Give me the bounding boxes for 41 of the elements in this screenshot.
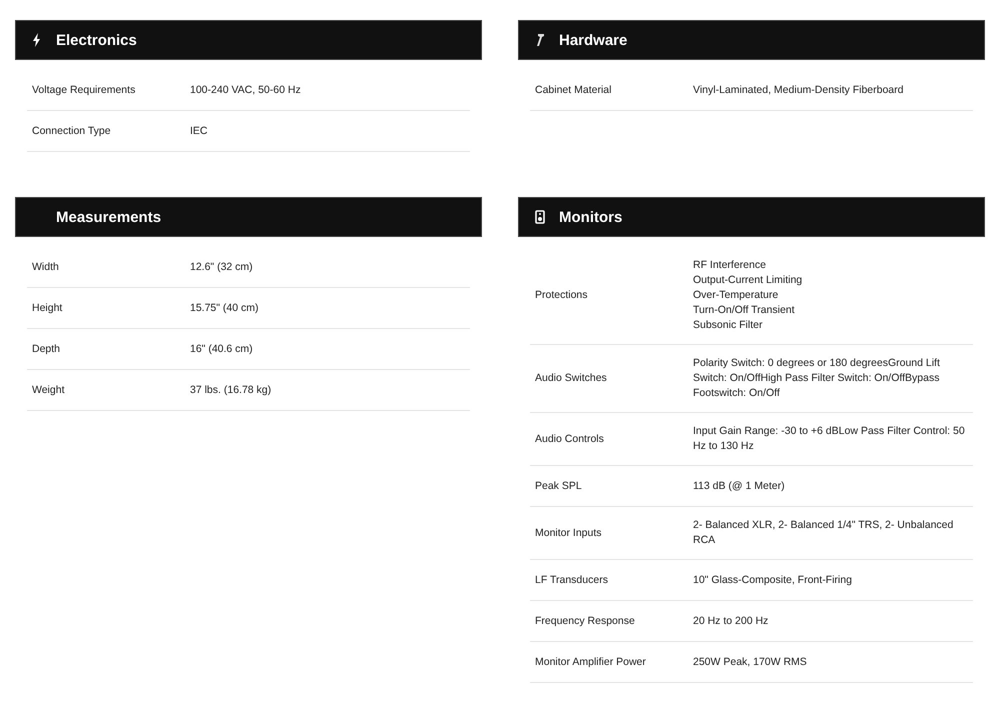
spec-label: Cabinet Material [535,82,612,98]
spec-value: 2- Balanced XLR, 2- Balanced 1/4" TRS, 2- Unbalanced RCA [693,518,954,548]
spec-value: Output-Current Limiting [693,273,802,288]
screwdriver-icon [535,33,545,47]
spec-value: 100-240 VAC, 50-60 Hz [190,82,302,98]
section-title: Hardware [559,32,628,48]
spec-label: Audio Controls [535,432,605,446]
section-title: Electronics [56,32,137,48]
spec-value: Vinyl-Laminated, Medium-Density Fiberboard [693,82,904,98]
spec-value: 250W Peak, 170W RMS [693,654,808,670]
spec-value: Over-Temperature [693,288,778,303]
spec-label: Monitor Amplifier Power [535,654,647,670]
spec-value: 16" (40.6 cm) [190,342,254,356]
spec-label: Voltage Requirements [32,82,136,98]
spec-label: Height [32,300,64,316]
spec-value: Input Gain Range: -30 to +6 dBLow Pass Filter Control: 50 Hz to 130 Hz [693,424,966,454]
spec-value: 15.75" (40 cm) [190,300,260,316]
spec-value: RF Interference [693,258,766,273]
spec-label: Peak SPL [535,478,583,494]
speaker-icon [535,210,545,224]
spec-label: Audio Switches [535,371,608,386]
spec-value: 12.6" (32 cm) [190,260,254,274]
spec-value: Turn-On/Off Transient [693,303,795,318]
spec-value: IEC [190,124,209,138]
lightning-bolt-icon [32,33,41,47]
section-title: Monitors [559,208,622,226]
spec-value: Polarity Switch: 0 degrees or 180 degreesGround Lift Switch: On/OffHigh Pass Filter Switch: On/OffBypass Footswitch: On/Off [693,356,941,401]
spec-value: 20 Hz to 200 Hz [693,614,770,628]
spec-value: 37 lbs. (16.78 kg) [190,382,272,398]
section-title: Measurements [56,208,162,226]
spec-value: 113 dB (@ 1 Meter) [693,478,786,494]
spec-label: Monitor Inputs [535,526,603,540]
spec-label: Connection Type [32,124,112,138]
spec-label: Width [32,260,60,274]
spec-label: Weight [32,382,66,398]
spec-label: LF Transducers [535,572,609,588]
spec-value: 10" Glass-Composite, Front-Firing [693,572,853,588]
spec-label: Protections [535,288,589,303]
spec-value: Subsonic Filter [693,318,762,333]
spec-label: Frequency Response [535,614,636,628]
spec-label: Depth [32,342,62,356]
